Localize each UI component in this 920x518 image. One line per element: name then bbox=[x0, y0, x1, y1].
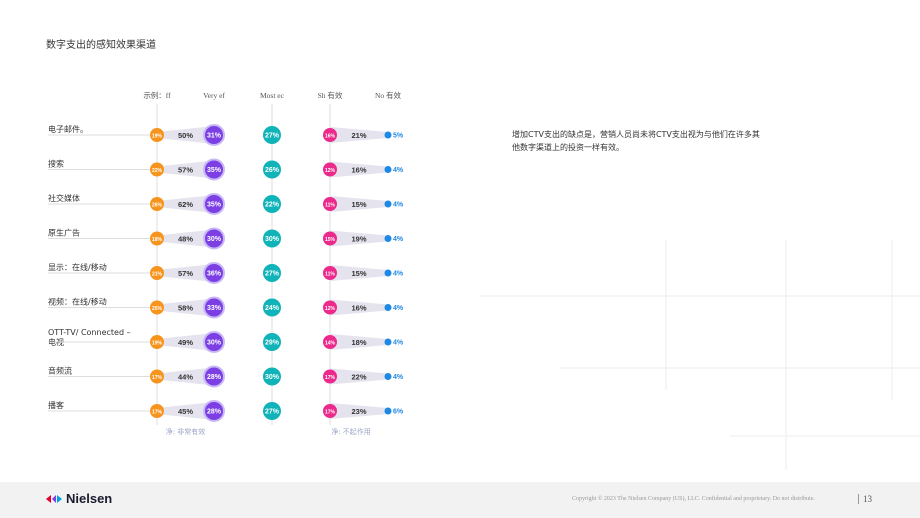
copyright-text: Copyright © 2023 The Nielsen Company (US… bbox=[572, 496, 815, 502]
data-label: 4% bbox=[393, 374, 404, 381]
data-label: 35% bbox=[207, 167, 222, 174]
data-label: 6% bbox=[393, 409, 404, 416]
data-label: 31% bbox=[207, 133, 222, 140]
insight-note: 增加CTV支出的缺点是，营销人员尚未将CTV支出视为与他们在许多其他数字渠道上的… bbox=[512, 130, 760, 152]
data-label: 30% bbox=[265, 236, 280, 243]
data-label: 17% bbox=[325, 410, 336, 416]
data-label: 4% bbox=[393, 305, 404, 312]
column-header: No 有效 bbox=[375, 90, 402, 100]
column-header: Most ec bbox=[260, 91, 285, 100]
data-label: 17% bbox=[152, 375, 163, 381]
net-effective-label: 58% bbox=[178, 304, 193, 313]
series-dot bbox=[384, 235, 392, 242]
net-footer-label: 净: 不起作用 bbox=[331, 427, 371, 436]
net-not-effective-label: 19% bbox=[351, 235, 366, 244]
net-not-effective-label: 16% bbox=[351, 166, 366, 175]
logo-text: Nielsen bbox=[66, 491, 113, 506]
series-dot bbox=[384, 166, 392, 173]
series-dot bbox=[384, 131, 392, 139]
net-effective-label: 57% bbox=[178, 269, 193, 278]
background-grid-decoration bbox=[480, 240, 920, 470]
data-label: 30% bbox=[207, 340, 222, 347]
data-label: 12% bbox=[325, 306, 336, 312]
net-effective-label: 44% bbox=[178, 373, 193, 382]
net-not-effective-label: 21% bbox=[351, 131, 366, 140]
data-label: 19% bbox=[152, 341, 163, 347]
data-label: 14% bbox=[325, 341, 336, 347]
row-label: 播客 bbox=[48, 400, 64, 410]
row-label: 显示：在线/移动 bbox=[48, 262, 107, 272]
data-label: 19% bbox=[152, 134, 163, 140]
page-number: 13 bbox=[858, 494, 872, 504]
data-label: 22% bbox=[152, 168, 163, 174]
data-label: 17% bbox=[152, 410, 163, 416]
data-label: 4% bbox=[393, 202, 404, 209]
row-label: 原生广告 bbox=[48, 228, 80, 238]
data-label: 24% bbox=[265, 305, 280, 312]
data-label: 17% bbox=[325, 375, 336, 381]
data-label: 33% bbox=[207, 305, 222, 312]
data-label: 27% bbox=[265, 133, 280, 140]
nielsen-logo-icon bbox=[46, 494, 62, 503]
data-label: 26% bbox=[265, 167, 280, 174]
row-label: 搜索 bbox=[48, 159, 64, 169]
net-not-effective-label: 15% bbox=[351, 269, 366, 278]
data-label: 27% bbox=[265, 409, 280, 416]
data-label: 29% bbox=[265, 340, 280, 347]
net-effective-label: 62% bbox=[178, 200, 193, 209]
dot-plot-chart: 示例：ff Very ef Most ec Sh 有效 No 有效电子邮件。 50% 21%… bbox=[48, 90, 404, 436]
row-label: OTT-TV/ Connected – 电视 bbox=[48, 328, 133, 347]
series-dot bbox=[384, 338, 392, 346]
data-label: 4% bbox=[393, 167, 404, 174]
data-label: 30% bbox=[265, 374, 280, 381]
row-label: 音频流 bbox=[48, 366, 72, 376]
row-label-line: OTT-TV/ Connected – bbox=[48, 328, 133, 337]
data-label: 28% bbox=[207, 409, 222, 416]
data-label: 36% bbox=[207, 271, 222, 278]
net-not-effective-label: 18% bbox=[351, 338, 366, 347]
series-dot bbox=[384, 269, 392, 277]
series-dot bbox=[384, 373, 392, 380]
data-label: 30% bbox=[207, 236, 222, 243]
series-dot bbox=[384, 200, 392, 208]
net-not-effective-label: 22% bbox=[351, 373, 366, 382]
series-dot bbox=[384, 304, 392, 311]
net-effective-label: 45% bbox=[178, 407, 193, 416]
nielsen-logo: Nielsen bbox=[46, 491, 112, 506]
net-effective-label: 50% bbox=[178, 131, 193, 140]
data-label: 26% bbox=[152, 203, 163, 209]
row-label: 电子邮件。 bbox=[48, 124, 88, 134]
row-label: 社交媒体 bbox=[48, 193, 80, 203]
series-dot bbox=[384, 407, 392, 415]
data-label: 25% bbox=[152, 306, 163, 312]
column-header: Sh 有效 bbox=[318, 90, 343, 100]
data-label: 11% bbox=[325, 203, 335, 209]
data-label: 35% bbox=[207, 202, 222, 209]
net-effective-label: 49% bbox=[178, 338, 193, 347]
data-label: 4% bbox=[393, 271, 404, 278]
data-label: 18% bbox=[152, 237, 163, 243]
column-header: 示例：ff bbox=[143, 90, 171, 100]
data-label: 4% bbox=[393, 236, 404, 243]
data-label: 12% bbox=[325, 168, 336, 174]
data-label: 21% bbox=[152, 272, 163, 278]
footer-bar: Nielsen Copyright © 2023 The Nielsen Com… bbox=[0, 482, 920, 518]
row-label: 视频：在线/移动 bbox=[48, 297, 107, 307]
data-label: 5% bbox=[393, 133, 404, 140]
data-label: 4% bbox=[393, 340, 404, 347]
net-not-effective-label: 15% bbox=[351, 200, 366, 209]
column-header: Very ef bbox=[203, 91, 225, 100]
data-label: 27% bbox=[265, 271, 280, 278]
net-effective-label: 48% bbox=[178, 235, 193, 244]
net-not-effective-label: 16% bbox=[351, 304, 366, 313]
data-label: 28% bbox=[207, 374, 222, 381]
net-not-effective-label: 23% bbox=[351, 407, 366, 416]
net-effective-label: 57% bbox=[178, 166, 193, 175]
data-label: 11% bbox=[325, 272, 335, 278]
data-label: 16% bbox=[325, 134, 336, 140]
net-footer-label: 净: 非常有效 bbox=[166, 427, 206, 436]
data-label: 22% bbox=[265, 202, 280, 209]
data-label: 15% bbox=[325, 237, 336, 243]
